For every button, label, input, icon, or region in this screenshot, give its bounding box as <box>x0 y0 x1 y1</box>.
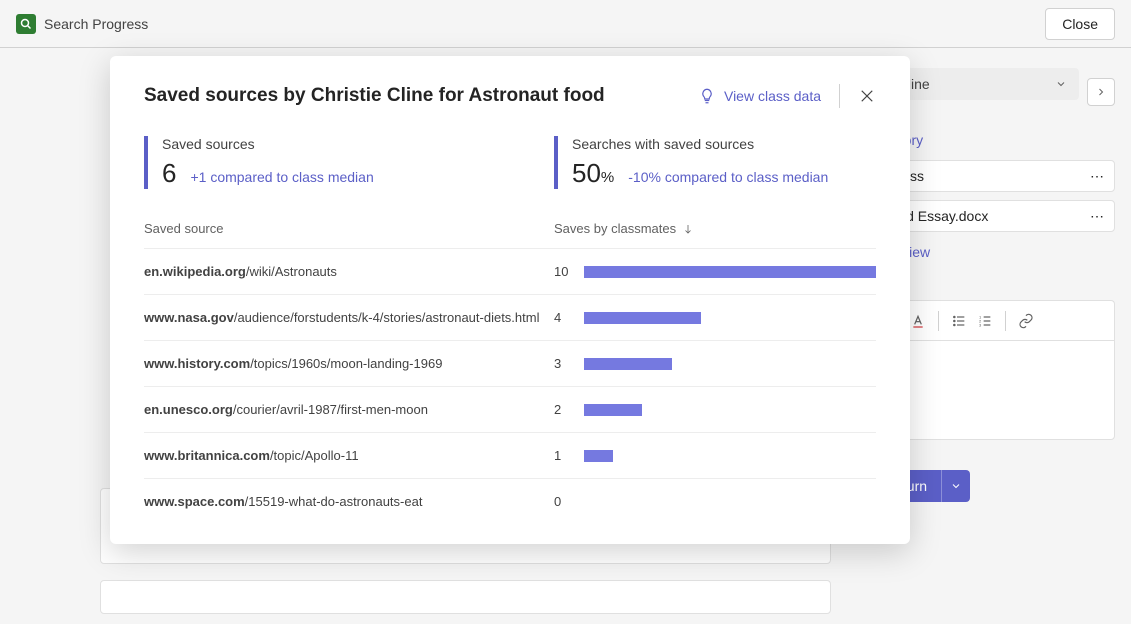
saves-bar <box>584 450 613 462</box>
font-color-icon[interactable] <box>908 311 928 331</box>
stat-label: Saved sources <box>162 136 554 152</box>
sources-table-body: en.wikipedia.org/wiki/Astronauts10www.na… <box>144 248 876 524</box>
chevron-down-icon <box>1055 78 1067 90</box>
link-icon[interactable] <box>1016 311 1036 331</box>
saves-bar <box>584 404 642 416</box>
source-cell: www.nasa.gov/audience/forstudents/k-4/st… <box>144 310 554 325</box>
table-row[interactable]: en.unesco.org/courier/avril-1987/first-m… <box>144 386 876 432</box>
saves-bar-cell <box>584 358 876 370</box>
close-button[interactable]: Close <box>1045 8 1115 40</box>
saves-bar-cell <box>584 404 876 416</box>
source-cell: www.britannica.com/topic/Apollo-11 <box>144 448 554 463</box>
source-cell: www.history.com/topics/1960s/moon-landin… <box>144 356 554 371</box>
numbered-list-icon[interactable]: 123 <box>975 311 995 331</box>
bullet-list-icon[interactable] <box>949 311 969 331</box>
saves-bar-cell <box>584 496 876 508</box>
saves-bar <box>584 312 701 324</box>
stat-value: 50% <box>572 158 614 189</box>
return-dropdown-button[interactable] <box>942 470 970 502</box>
reflection-card-empty <box>100 580 831 614</box>
stat-delta: +1 compared to class median <box>190 169 373 185</box>
table-row[interactable]: en.wikipedia.org/wiki/Astronauts10 <box>144 248 876 294</box>
more-icon[interactable]: ⋯ <box>1090 168 1104 185</box>
svg-text:3: 3 <box>979 322 982 327</box>
lightbulb-icon <box>698 87 716 105</box>
saves-count: 2 <box>554 402 584 417</box>
saves-bar-cell <box>584 450 876 462</box>
saved-sources-modal: Saved sources by Christie Cline for Astr… <box>110 56 910 544</box>
table-row[interactable]: www.nasa.gov/audience/forstudents/k-4/st… <box>144 294 876 340</box>
stat-value: 6 <box>162 158 176 189</box>
app-title: Search Progress <box>44 16 148 32</box>
sort-down-icon <box>682 223 694 235</box>
col-source-header: Saved source <box>144 221 554 236</box>
modal-title: Saved sources by Christie Cline for Astr… <box>144 85 698 107</box>
col-saves-header[interactable]: Saves by classmates <box>554 221 694 236</box>
saves-count: 0 <box>554 494 584 509</box>
search-progress-app-icon <box>16 14 36 34</box>
svg-text:1: 1 <box>979 314 982 319</box>
saves-bar <box>584 358 672 370</box>
view-class-data-label: View class data <box>724 88 821 104</box>
svg-text:2: 2 <box>979 318 982 323</box>
source-cell: en.wikipedia.org/wiki/Astronauts <box>144 264 554 279</box>
stat-label: Searches with saved sources <box>572 136 828 152</box>
modal-close-button[interactable] <box>858 87 876 105</box>
saves-count: 1 <box>554 448 584 463</box>
app-topbar: Search Progress Close <box>0 0 1131 48</box>
saves-bar <box>584 266 876 278</box>
table-header: Saved source Saves by classmates <box>144 209 876 248</box>
table-row[interactable]: www.space.com/15519-what-do-astronauts-e… <box>144 478 876 524</box>
table-row[interactable]: www.history.com/topics/1960s/moon-landin… <box>144 340 876 386</box>
saves-count: 4 <box>554 310 584 325</box>
saves-count: 3 <box>554 356 584 371</box>
saves-count: 10 <box>554 264 584 279</box>
stat-delta: -10% compared to class median <box>628 169 828 185</box>
next-student-button[interactable] <box>1087 78 1115 106</box>
source-cell: www.space.com/15519-what-do-astronauts-e… <box>144 494 554 509</box>
source-cell: en.unesco.org/courier/avril-1987/first-m… <box>144 402 554 417</box>
saves-bar-cell <box>584 266 876 278</box>
searches-saved-stat: Searches with saved sources 50% -10% com… <box>554 136 828 189</box>
saves-bar-cell <box>584 312 876 324</box>
table-row[interactable]: www.britannica.com/topic/Apollo-111 <box>144 432 876 478</box>
more-icon[interactable]: ⋯ <box>1090 208 1104 225</box>
view-class-data-link[interactable]: View class data <box>698 84 840 108</box>
saved-sources-stat: Saved sources 6 +1 compared to class med… <box>144 136 554 189</box>
